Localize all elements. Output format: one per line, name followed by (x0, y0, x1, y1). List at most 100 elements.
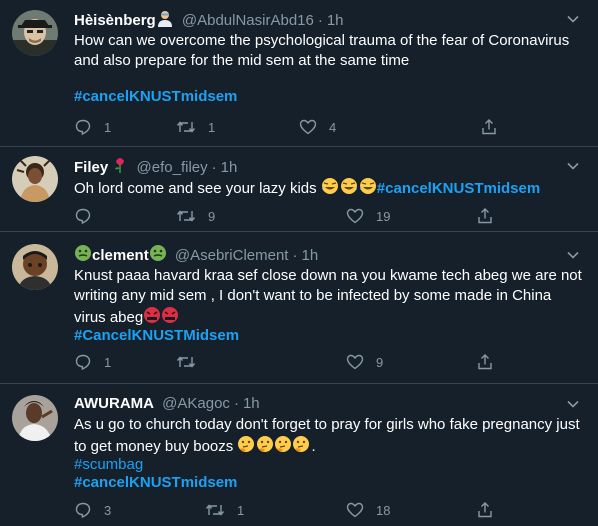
avatar[interactable] (12, 10, 58, 56)
avatar[interactable] (12, 244, 58, 290)
hashtag-link[interactable]: #scumbag (74, 456, 143, 473)
hashtag-line: #cancelKNUSTmidsem (74, 473, 584, 493)
reply-button[interactable] (74, 206, 104, 226)
separator-dot: · (292, 247, 298, 264)
separator-dot: · (317, 12, 323, 29)
tweet-feed: Hèisènberg @AbdulNasirAbd16 · 1h How can w… (0, 0, 598, 526)
tweet-header: AWURAMA @AKagoc · 1h (74, 394, 558, 414)
hashtag-line: #scumbag (74, 455, 584, 475)
reply-count: 1 (104, 119, 112, 135)
separator-dot: · (233, 395, 239, 412)
retweet-icon (176, 356, 196, 368)
hashtag-link[interactable]: #cancelKNUSTmidsem (377, 180, 540, 197)
tweet-header: Filey @efo_filey · 1h (74, 156, 558, 176)
like-count: 4 (329, 119, 337, 135)
display-name[interactable]: Filey (74, 159, 108, 176)
chevron-down-icon[interactable] (566, 397, 580, 411)
sick-face-emoji-icon (149, 244, 167, 268)
like-count: 9 (376, 354, 384, 370)
reply-button[interactable]: 1 (74, 117, 111, 137)
scientist-emoji-icon (156, 9, 174, 33)
chevron-down-icon[interactable] (566, 248, 580, 262)
tweet-text: Knust paaa havard kraa sef close down na… (74, 266, 584, 330)
tweet[interactable]: clement @AsebriClement · 1h Knust paaa hav… (0, 232, 598, 384)
display-name[interactable]: AWURAMA (74, 395, 154, 412)
heart-icon (346, 208, 364, 224)
retweet-count: 1 (208, 119, 216, 135)
user-handle[interactable]: @AbdulNasirAbd16 (182, 12, 314, 29)
like-button[interactable]: 18 (346, 500, 390, 520)
timestamp[interactable]: 1h (327, 12, 344, 29)
tweet-body-end: . (311, 438, 316, 455)
reply-count: 3 (104, 502, 112, 518)
like-button[interactable]: 4 (299, 117, 336, 137)
like-count: 19 (376, 208, 391, 224)
reply-icon (75, 502, 91, 519)
tweet-text: Oh lord come and see your lazy kids #can… (74, 177, 584, 201)
user-handle[interactable]: @AKagoc (162, 395, 230, 412)
share-button[interactable] (480, 117, 510, 137)
like-count: 18 (376, 502, 391, 518)
tweet-header: clement @AsebriClement · 1h (74, 244, 558, 264)
reply-icon (75, 208, 91, 225)
tweet-body: How can we overcome the psychological tr… (74, 32, 570, 69)
heart-icon (299, 119, 317, 135)
avatar[interactable] (12, 156, 58, 202)
share-button[interactable] (476, 500, 506, 520)
share-button[interactable] (476, 206, 506, 226)
tweet[interactable]: Filey @efo_filey · 1h Oh lord come and see… (0, 147, 598, 232)
share-button[interactable] (476, 352, 506, 372)
display-name[interactable]: Hèisènberg (74, 12, 156, 29)
like-button[interactable]: 19 (346, 206, 390, 226)
heart-icon (346, 502, 364, 518)
share-icon (478, 208, 492, 224)
tweet-text: How can we overcome the psychological tr… (74, 31, 584, 71)
tweet-body: Oh lord come and see your lazy kids (74, 180, 317, 197)
reply-button[interactable]: 1 (74, 352, 111, 372)
hashtag-link[interactable]: #CancelKNUSTMidsem (74, 327, 239, 344)
timestamp[interactable]: 1h (243, 395, 260, 412)
chevron-down-icon[interactable] (566, 12, 580, 26)
tears-of-joy-emoji-icon (321, 177, 377, 201)
chevron-down-icon[interactable] (566, 159, 580, 173)
retweet-button[interactable]: 9 (176, 206, 215, 226)
reply-count: 1 (104, 354, 112, 370)
tweet-actions: 3 1 18 (74, 500, 574, 520)
hashtag-link[interactable]: #cancelKNUSTmidsem (74, 474, 237, 491)
sick-face-emoji-icon (74, 244, 92, 268)
retweet-icon (205, 504, 225, 516)
tweet-body: As u go to church today don't forget to … (74, 416, 580, 455)
tweet-actions: 1 9 (74, 352, 574, 372)
timestamp[interactable]: 1h (221, 159, 238, 176)
retweet-icon (176, 210, 196, 222)
retweet-button[interactable] (176, 352, 208, 372)
display-name[interactable]: clement (92, 247, 149, 264)
tweet-text: As u go to church today don't forget to … (74, 415, 584, 459)
hashtag-line: #cancelKNUSTmidsem (74, 87, 584, 107)
user-handle[interactable]: @efo_filey (137, 159, 208, 176)
reply-icon (75, 119, 91, 136)
tweet-actions: 9 19 (74, 206, 574, 226)
share-icon (478, 502, 492, 518)
tweet[interactable]: AWURAMA @AKagoc · 1h As u go to church tod… (0, 384, 598, 526)
retweet-button[interactable]: 1 (205, 500, 244, 520)
tweet[interactable]: Hèisènberg @AbdulNasirAbd16 · 1h How can w… (0, 0, 598, 147)
separator-dot: · (211, 159, 217, 176)
tweet-header: Hèisènberg @AbdulNasirAbd16 · 1h (74, 9, 558, 29)
retweet-count: 1 (237, 502, 245, 518)
heart-icon (346, 354, 364, 370)
retweet-icon (176, 121, 196, 133)
reply-button[interactable]: 3 (74, 500, 111, 520)
user-handle[interactable]: @AsebriClement (175, 247, 289, 264)
hashtag-link[interactable]: #cancelKNUSTmidsem (74, 88, 237, 105)
retweet-count: 9 (208, 208, 216, 224)
share-icon (478, 354, 492, 370)
reply-icon (75, 354, 91, 371)
tweet-actions: 1 1 4 (74, 117, 574, 137)
timestamp[interactable]: 1h (301, 247, 318, 264)
avatar[interactable] (12, 395, 58, 441)
hashtag-line: #CancelKNUSTMidsem (74, 326, 584, 346)
share-icon (482, 119, 496, 135)
retweet-button[interactable]: 1 (176, 117, 215, 137)
like-button[interactable]: 9 (346, 352, 383, 372)
